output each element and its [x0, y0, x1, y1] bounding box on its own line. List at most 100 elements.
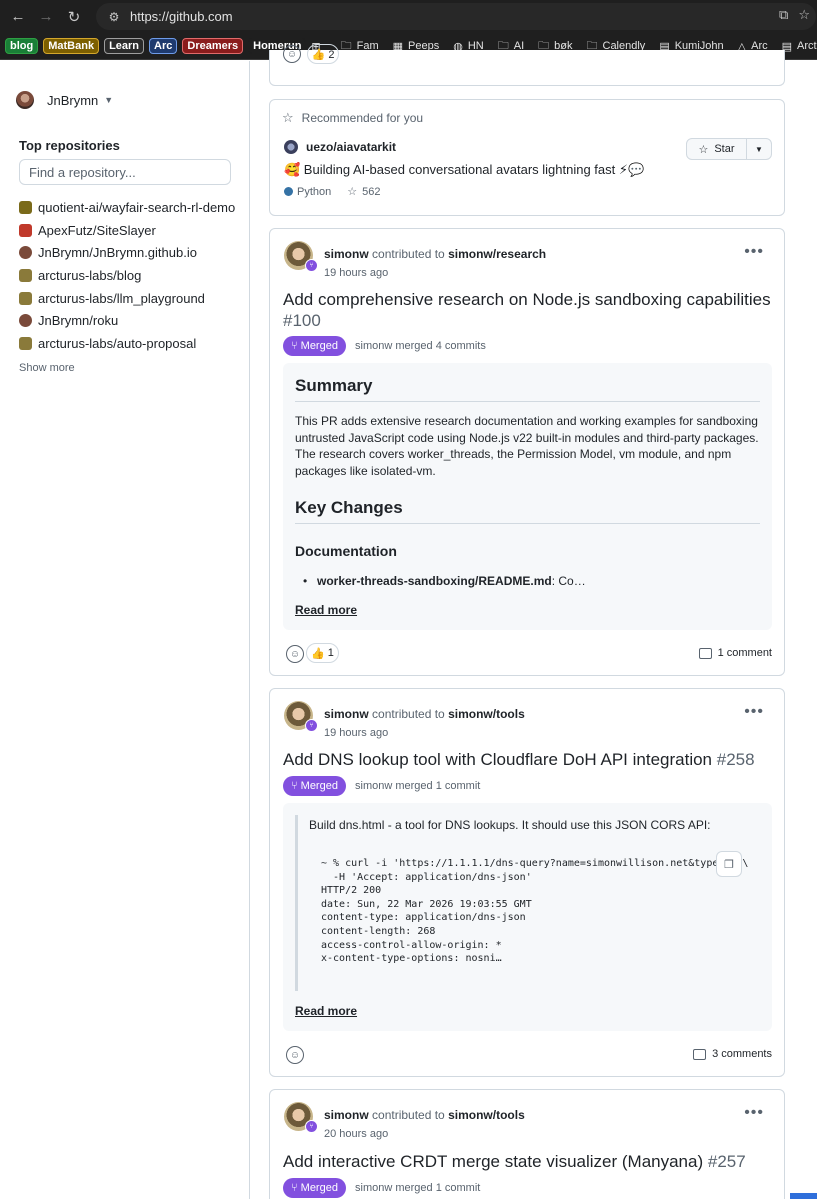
- author-link[interactable]: simonw: [324, 1108, 369, 1122]
- repo-name: JnBrymn/JnBrymn.github.io: [38, 245, 197, 261]
- bookmark-chip[interactable]: Arc: [149, 38, 178, 54]
- more-options-icon[interactable]: •••: [744, 703, 764, 721]
- merge-icon: ⑂: [291, 1182, 298, 1194]
- comment-count: 1 comment: [717, 647, 772, 659]
- sidebar-repo-item[interactable]: JnBrymn/JnBrymn.github.io: [19, 241, 235, 264]
- recommended-card: ☆ Recommended for you uezo/aiavatarkit ☆…: [269, 99, 785, 216]
- avatar: [16, 91, 34, 109]
- merged-badge: ⑂ Merged: [283, 336, 346, 356]
- reaction-thumbs-up[interactable]: 👍 2: [307, 44, 339, 64]
- merged-label: Merged: [300, 340, 338, 352]
- forward-icon[interactable]: →: [32, 3, 60, 31]
- read-more-link[interactable]: Read more: [295, 1004, 357, 1018]
- list-item-text: : Co…: [551, 574, 586, 588]
- pr-title-line: Add DNS lookup tool with Cloudflare DoH …: [283, 750, 755, 770]
- timestamp: 19 hours ago: [324, 267, 389, 279]
- add-reaction-icon[interactable]: ☺: [283, 45, 301, 63]
- pr-title-link[interactable]: Add comprehensive research on Node.js sa…: [283, 290, 771, 310]
- address-bar[interactable]: ⚙ https://github.com ⧉ ☆: [96, 3, 816, 30]
- contribution-line: simonw contributed to simonw/tools: [324, 1108, 525, 1122]
- contribution-line: simonw contributed to simonw/research: [324, 247, 546, 261]
- merge-icon: ⑂: [291, 780, 298, 792]
- merge-icon: ⑂: [291, 340, 298, 352]
- bookmark-chip[interactable]: Dreamers: [182, 38, 244, 54]
- recommended-repo-link[interactable]: uezo/aiavatarkit: [284, 140, 396, 154]
- pr-merged-icon: ⑂: [305, 719, 318, 732]
- star-icon: ☆: [698, 143, 709, 156]
- reload-icon[interactable]: ↻: [60, 3, 88, 31]
- author-link[interactable]: simonw: [324, 707, 369, 721]
- language-label: Python: [297, 185, 332, 198]
- merged-label: Merged: [300, 1182, 338, 1194]
- feed-card-pr-257: ⑂ simonw contributed to simonw/tools 20 …: [269, 1089, 785, 1199]
- comments-link[interactable]: 3 comments: [693, 1048, 772, 1060]
- show-more-link[interactable]: Show more: [19, 362, 75, 374]
- blockquote-bar: [295, 815, 298, 991]
- copy-icon[interactable]: ❐: [716, 851, 742, 877]
- pr-number[interactable]: #100: [283, 311, 321, 331]
- repo-link[interactable]: simonw/tools: [448, 1108, 525, 1122]
- sidebar-repo-item[interactable]: quotient-ai/wayfair-search-rl-demo: [19, 196, 235, 219]
- install-app-icon[interactable]: ⧉: [779, 7, 788, 23]
- url-text[interactable]: https://github.com: [130, 9, 233, 24]
- back-icon[interactable]: ←: [4, 3, 32, 31]
- feed-card-partial: ☺ 👍 2: [269, 44, 785, 86]
- add-reaction-icon[interactable]: ☺: [286, 645, 304, 663]
- pr-merged-icon: ⑂: [305, 259, 318, 272]
- merge-meta: simonw merged 1 commit: [355, 780, 481, 792]
- avatar: [284, 140, 298, 154]
- repo-link[interactable]: simonw/research: [448, 247, 546, 261]
- sidebar-repo-item[interactable]: arcturus-labs/llm_playground: [19, 287, 235, 310]
- bookmark-chip[interactable]: Learn: [104, 38, 145, 54]
- summary-heading: Summary: [295, 376, 373, 395]
- bookmark-chip[interactable]: blog: [5, 38, 39, 54]
- bookmark-chip[interactable]: MatBank: [43, 38, 100, 54]
- site-settings-icon[interactable]: ⚙: [102, 10, 126, 24]
- browser-toolbar: ← → ↻ ⚙ https://github.com ⧉ ☆: [0, 0, 817, 33]
- thumbs-up-icon: 👍: [311, 647, 325, 660]
- page-scroll-indicator: [790, 1193, 817, 1199]
- star-count[interactable]: 562: [362, 186, 380, 198]
- feed-card-pr-100: ⑂ simonw contributed to simonw/research …: [269, 228, 785, 676]
- author-link[interactable]: simonw: [324, 247, 369, 261]
- pr-number[interactable]: #257: [708, 1152, 746, 1171]
- find-repository-input[interactable]: [19, 159, 231, 185]
- sidebar-repo-item[interactable]: arcturus-labs/auto-proposal: [19, 332, 235, 355]
- sidebar-repo-item[interactable]: ApexFutz/SiteSlayer: [19, 219, 235, 242]
- pr-body-preview: Summary This PR adds extensive research …: [283, 363, 772, 630]
- pr-title-link[interactable]: Add DNS lookup tool with Cloudflare DoH …: [283, 750, 712, 769]
- star-outline-icon: ☆: [282, 110, 294, 125]
- repo-name: arcturus-labs/llm_playground: [38, 290, 205, 306]
- pr-title-line: Add interactive CRDT merge state visuali…: [283, 1152, 746, 1172]
- repo-name: ApexFutz/SiteSlayer: [38, 222, 156, 238]
- more-options-icon[interactable]: •••: [744, 1104, 764, 1122]
- comment-icon: [698, 647, 712, 659]
- reaction-thumbs-up[interactable]: 👍 1: [306, 643, 339, 663]
- summary-paragraph: This PR adds extensive research document…: [295, 414, 759, 478]
- chevron-down-icon: ▼: [104, 95, 114, 105]
- divider: [295, 523, 760, 524]
- bookmark-star-icon[interactable]: ☆: [798, 7, 810, 23]
- contributed-text: contributed to: [372, 707, 445, 721]
- pr-title-link[interactable]: Add interactive CRDT merge state visuali…: [283, 1152, 703, 1171]
- comment-icon: [693, 1048, 707, 1060]
- bookmark-item[interactable]: ▤Arcturu: [782, 40, 817, 53]
- star-button[interactable]: ☆ Star: [687, 139, 747, 159]
- pr-body-preview: Build dns.html - a tool for DNS lookups.…: [283, 803, 772, 1031]
- pr-number[interactable]: #258: [717, 750, 755, 769]
- comments-link[interactable]: 1 comment: [698, 647, 772, 659]
- context-switcher[interactable]: JnBrymn ▼: [16, 91, 113, 109]
- star-button-group: ☆ Star ▼: [686, 138, 772, 160]
- list-item-bold: worker-threads-sandboxing/README.md: [317, 574, 552, 588]
- recommended-description: 🥰 Building AI-based conversational avata…: [284, 162, 645, 177]
- sidebar-repo-item[interactable]: JnBrymn/roku: [19, 309, 235, 332]
- read-more-link[interactable]: Read more: [295, 603, 357, 617]
- more-options-icon[interactable]: •••: [744, 243, 764, 261]
- sidebar-repo-item[interactable]: arcturus-labs/blog: [19, 264, 235, 287]
- repo-owner-avatar: [19, 314, 32, 328]
- repo-link[interactable]: simonw/tools: [448, 707, 525, 721]
- star-list-dropdown[interactable]: ▼: [747, 139, 771, 159]
- bookmark-label: Arcturu: [797, 40, 817, 52]
- dashboard-sidebar: JnBrymn ▼ Top repositories quotient-ai/w…: [0, 61, 250, 1199]
- add-reaction-icon[interactable]: ☺: [286, 1046, 304, 1064]
